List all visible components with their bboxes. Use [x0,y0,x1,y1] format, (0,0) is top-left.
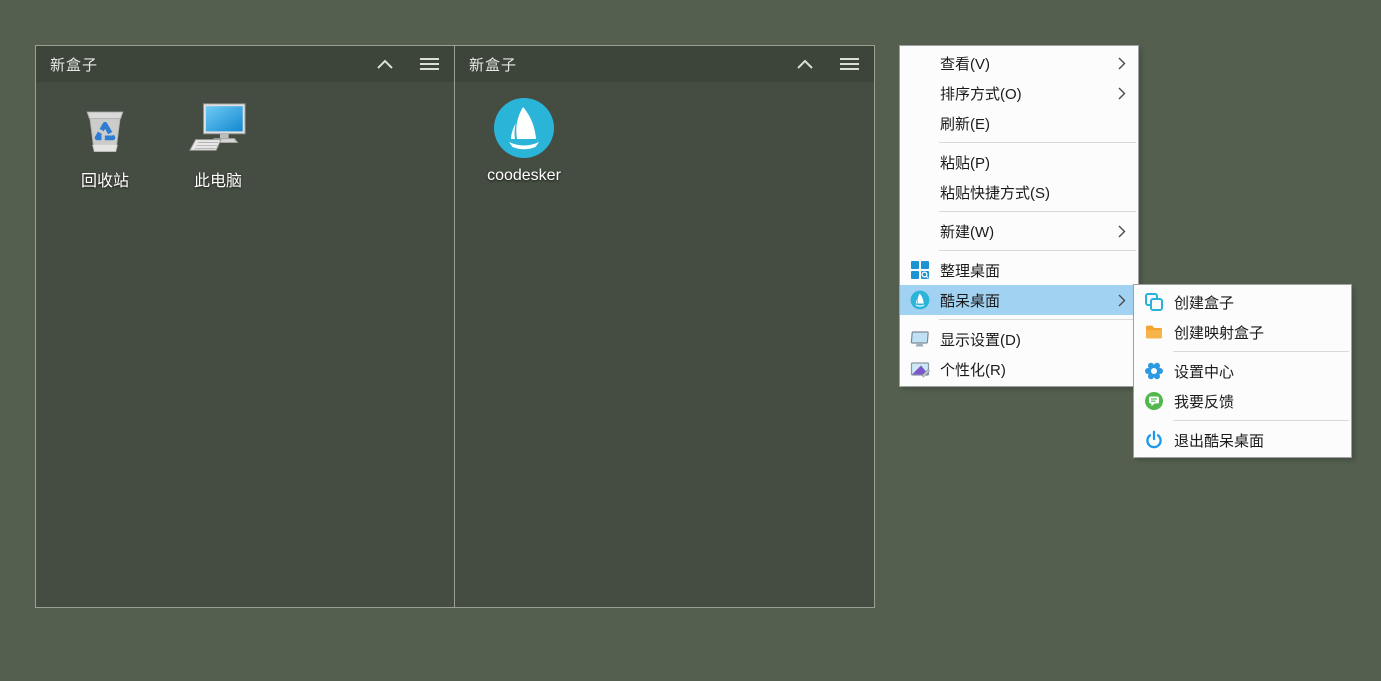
box-header[interactable]: 新盒子 [36,46,454,82]
menu-item-paste[interactable]: 粘贴(P) [900,147,1138,177]
box-menu-hamburger-icon[interactable] [418,55,440,73]
menu-separator [1173,351,1349,352]
collapse-chevron-up-icon[interactable] [794,55,816,73]
desktop-icon-recycle-bin[interactable]: 回收站 [57,96,153,191]
menu-item-organize-desktop[interactable]: 整理桌面 [900,255,1138,285]
create-mapped-box-icon [1134,322,1174,342]
submenu-item-create-mapped-box[interactable]: 创建映射盒子 [1134,317,1351,347]
box-title: 新盒子 [469,54,794,75]
desktop-icon-this-pc[interactable]: 此电脑 [170,96,266,191]
menu-item-display-settings[interactable]: 显示设置(D) [900,324,1138,354]
submenu-item-settings-center[interactable]: 设置中心 [1134,356,1351,386]
box-title: 新盒子 [50,54,374,75]
menu-separator [939,319,1136,320]
submenu-item-feedback[interactable]: 我要反馈 [1134,386,1351,416]
feedback-icon [1134,391,1174,411]
submenu-arrow-icon [1118,87,1138,100]
menu-item-paste-shortcut[interactable]: 粘贴快捷方式(S) [900,177,1138,207]
context-menu: 查看(V) 排序方式(O) 刷新(E) 粘贴(P) 粘贴快捷方式(S) 新建(W… [899,45,1139,387]
settings-center-icon [1134,361,1174,381]
coodesker-icon [492,96,556,160]
desktop-icon-label: 此电脑 [194,167,242,191]
submenu-arrow-icon [1118,57,1138,70]
desktop-box-right: 新盒子 coodesker [455,45,875,608]
desktop-icon-label: 回收站 [81,167,129,191]
submenu-item-exit-coodesker[interactable]: 退出酷呆桌面 [1134,425,1351,455]
box-menu-hamburger-icon[interactable] [838,55,860,73]
box-header[interactable]: 新盒子 [455,46,874,82]
menu-item-coodesker[interactable]: 酷呆桌面 [900,285,1138,315]
menu-item-refresh[interactable]: 刷新(E) [900,108,1138,138]
menu-separator [939,250,1136,251]
menu-item-personalize[interactable]: 个性化(R) [900,354,1138,384]
menu-item-new[interactable]: 新建(W) [900,216,1138,246]
menu-separator [939,211,1136,212]
menu-item-view[interactable]: 查看(V) [900,48,1138,78]
coodesker-submenu: 创建盒子 创建映射盒子 设置中心 [1133,284,1352,458]
submenu-item-create-box[interactable]: 创建盒子 [1134,287,1351,317]
organize-desktop-icon [900,260,940,280]
submenu-arrow-icon [1118,225,1138,238]
coodesker-icon [900,290,940,310]
this-pc-icon [186,96,250,160]
menu-separator [939,142,1136,143]
desktop-box-left: 新盒子 回收站 [35,45,455,608]
menu-separator [1173,420,1349,421]
collapse-chevron-up-icon[interactable] [374,55,396,73]
exit-coodesker-icon [1134,430,1174,450]
recycle-bin-icon [73,96,137,160]
personalize-icon [900,359,940,379]
desktop-icon-coodesker[interactable]: coodesker [476,96,572,185]
desktop-icon-label: coodesker [487,167,561,185]
display-settings-icon [900,329,940,349]
create-box-icon [1134,292,1174,312]
menu-item-sort-by[interactable]: 排序方式(O) [900,78,1138,108]
